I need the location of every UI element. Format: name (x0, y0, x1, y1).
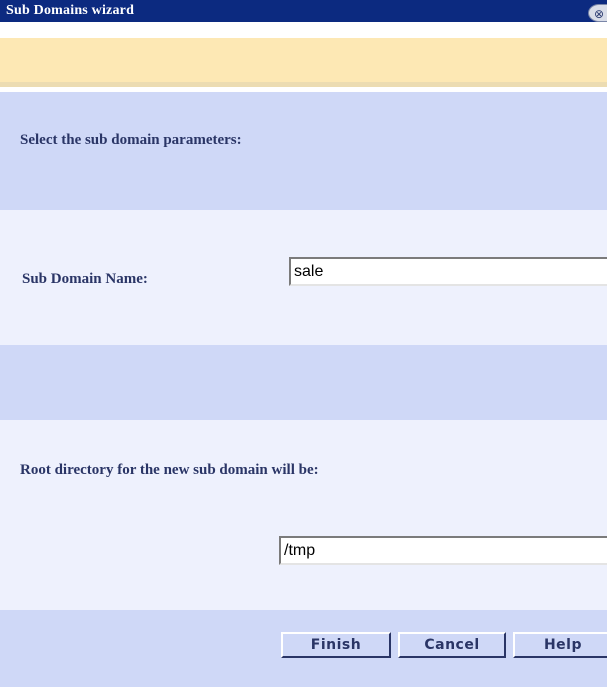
heading-section: Select the sub domain parameters: (0, 92, 607, 210)
help-button[interactable]: Help (513, 632, 607, 658)
subdomain-section: Sub Domain Name: (0, 210, 607, 345)
window-title: Sub Domains wizard (6, 3, 135, 18)
root-directory-label: Root directory for the new sub domain wi… (20, 462, 319, 478)
title-bar: Sub Domains wizard ⊗ (0, 0, 607, 23)
banner-divider (0, 82, 607, 87)
root-directory-section: Root directory for the new sub domain wi… (0, 420, 607, 610)
close-icon[interactable]: ⊗ (588, 4, 607, 22)
subdomain-name-label: Sub Domain Name: (22, 271, 148, 287)
root-directory-input[interactable] (279, 536, 607, 565)
sub-domains-wizard-dialog: Sub Domains wizard ⊗ Select the sub doma… (0, 0, 607, 687)
finish-button[interactable]: Finish (281, 632, 391, 658)
message-banner (0, 38, 607, 82)
subdomain-name-input[interactable] (289, 257, 607, 286)
spacer-section (0, 345, 607, 420)
form-heading: Select the sub domain parameters: (20, 132, 242, 148)
cancel-button[interactable]: Cancel (398, 632, 506, 658)
